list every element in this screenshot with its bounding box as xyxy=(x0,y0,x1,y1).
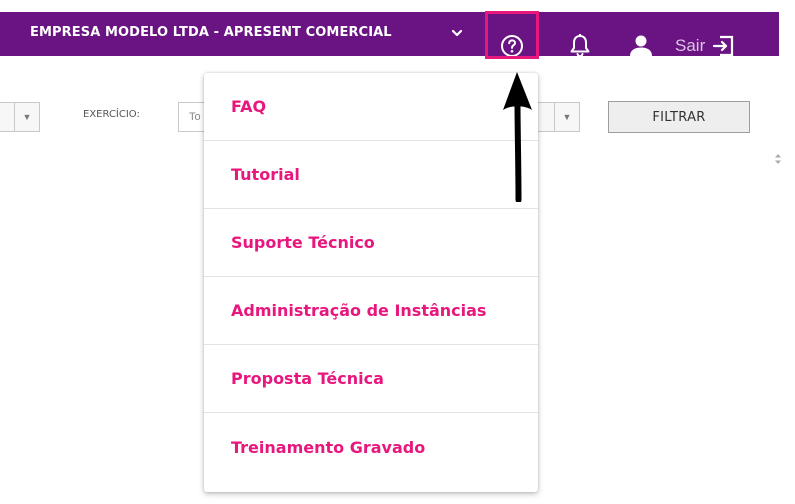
menu-item-administracao-instancias[interactable]: Administração de Instâncias xyxy=(204,277,538,345)
help-dropdown-menu: FAQ Tutorial Suporte Técnico Administraç… xyxy=(204,73,538,492)
top-bar: EMPRESA MODELO LTDA - APRESENT COMERCIAL… xyxy=(0,12,779,59)
sign-out-icon xyxy=(713,35,734,57)
menu-item-tutorial[interactable]: Tutorial xyxy=(204,141,538,209)
annotation-arrow-icon xyxy=(503,72,532,202)
logout-button[interactable]: Sair xyxy=(675,31,735,61)
select-arrow-icon: ▼ xyxy=(14,103,39,131)
menu-item-faq[interactable]: FAQ xyxy=(204,73,538,141)
menu-item-proposta-tecnica[interactable]: Proposta Técnica xyxy=(204,345,538,413)
menu-item-suporte-tecnico[interactable]: Suporte Técnico xyxy=(204,209,538,277)
company-selector-label[interactable]: EMPRESA MODELO LTDA - APRESENT COMERCIAL xyxy=(30,25,392,40)
app-screen: EMPRESA MODELO LTDA - APRESENT COMERCIAL… xyxy=(0,0,795,504)
exercicio-label: EXERCÍCIO: xyxy=(83,109,140,120)
logout-label: Sair xyxy=(675,36,706,55)
select-arrow-icon: ▼ xyxy=(554,103,579,131)
filter-button[interactable]: FILTRAR xyxy=(608,101,750,133)
help-icon-highlight xyxy=(485,11,539,59)
bell-icon[interactable] xyxy=(568,33,592,59)
chevron-down-icon[interactable] xyxy=(449,25,465,41)
sort-icon[interactable] xyxy=(773,152,783,166)
menu-item-treinamento-gravado[interactable]: Treinamento Gravado xyxy=(204,413,538,481)
filter-select[interactable]: ▼ xyxy=(0,102,40,132)
user-icon[interactable] xyxy=(628,34,654,58)
